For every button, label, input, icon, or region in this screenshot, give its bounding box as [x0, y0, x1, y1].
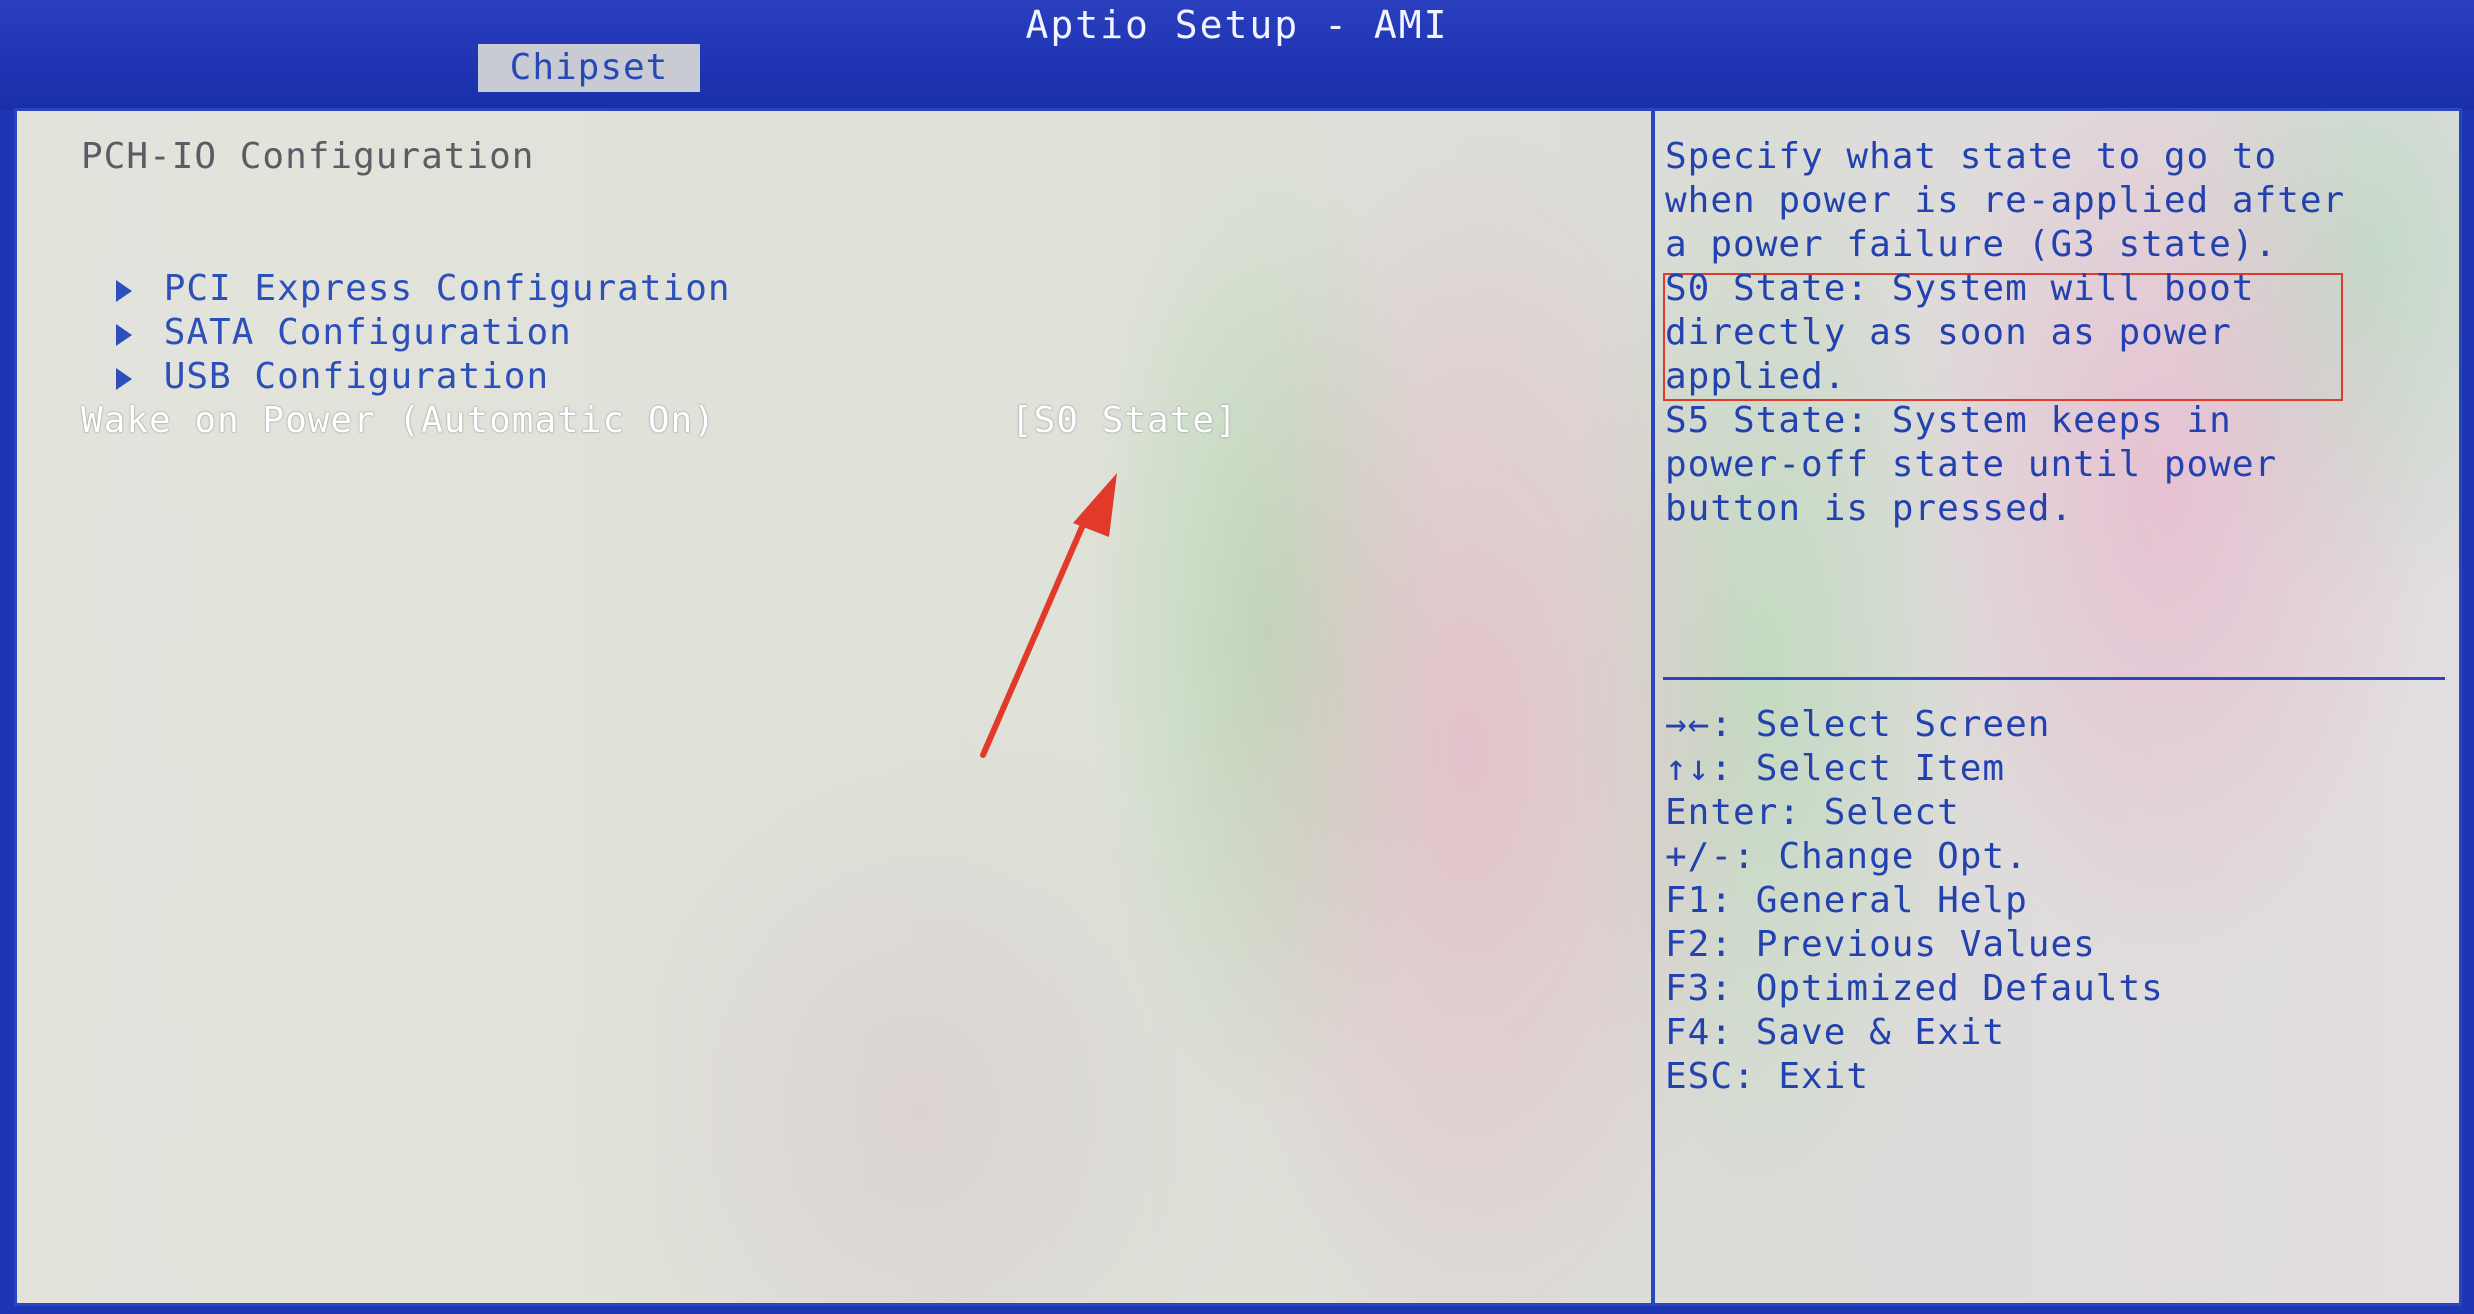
key-hint: ↑↓: Select Item — [1665, 748, 2006, 789]
key-hint: F1: General Help — [1665, 880, 2028, 921]
triangle-right-icon — [115, 368, 132, 390]
key-hint: →←: Select Screen — [1665, 704, 2051, 745]
help-line: applied. — [1665, 356, 1847, 397]
title-bar: Aptio Setup - AMI Chipset — [0, 0, 2474, 110]
wake-on-power-label[interactable]: Wake on Power (Automatic On) — [81, 399, 716, 443]
tab-chipset[interactable]: Chipset — [478, 44, 700, 92]
submenu-label: USB Configuration — [163, 356, 550, 397]
key-hint: Enter: Select — [1665, 792, 1960, 833]
red-arrow-icon — [980, 473, 1117, 758]
help-line: S0 State: System will boot — [1665, 268, 2255, 309]
help-line: a power failure (G3 state). — [1665, 224, 2278, 265]
help-keys-divider — [1663, 677, 2445, 680]
help-line: directly as soon as power — [1665, 312, 2232, 353]
wake-on-power-value[interactable]: [S0 State] — [1011, 399, 1238, 443]
help-line: Specify what state to go to — [1665, 136, 2278, 177]
key-hint: F3: Optimized Defaults — [1665, 968, 2164, 1009]
key-hint: ESC: Exit — [1665, 1056, 1870, 1097]
help-line: power-off state until power — [1665, 444, 2278, 485]
key-hint: F2: Previous Values — [1665, 924, 2096, 965]
help-line: when power is re-applied after — [1665, 180, 2346, 221]
panel-divider — [1651, 111, 1655, 1303]
setup-screen: PCH-IO Configuration PCI Express Configu… — [14, 108, 2462, 1306]
app-title: Aptio Setup - AMI — [1025, 3, 1449, 47]
key-hint: +/-: Change Opt. — [1665, 836, 2028, 877]
help-line: S5 State: System keeps in — [1665, 400, 2232, 441]
help-line: button is pressed. — [1665, 488, 2074, 529]
section-title: PCH-IO Configuration — [81, 136, 535, 177]
key-hint: F4: Save & Exit — [1665, 1012, 2006, 1053]
